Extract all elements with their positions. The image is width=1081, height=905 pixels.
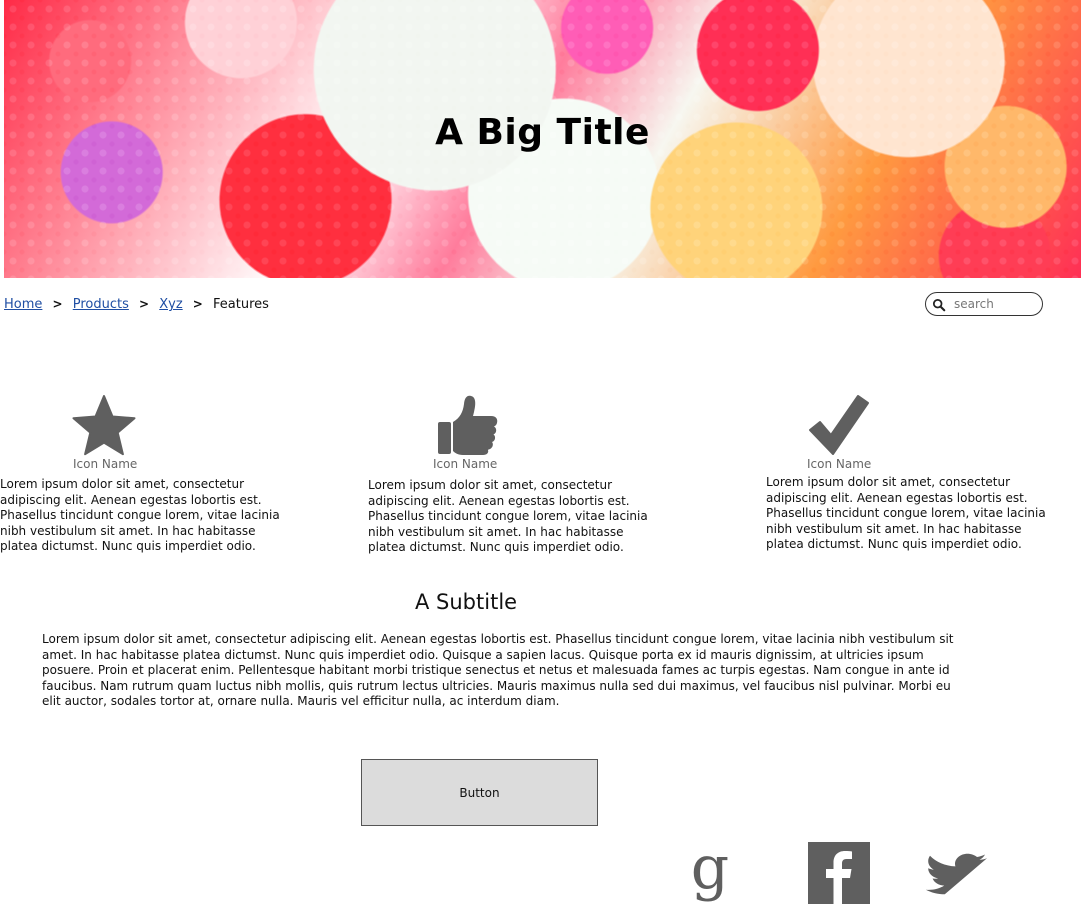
breadcrumb-separator: > bbox=[139, 297, 150, 311]
breadcrumb-xyz-link[interactable]: Xyz bbox=[159, 297, 182, 312]
feature-description: Lorem ipsum dolor sit amet, consectetur … bbox=[0, 477, 280, 553]
feature-icon-name: Icon Name bbox=[807, 457, 872, 471]
checkmark-icon bbox=[806, 392, 870, 456]
breadcrumb-separator: > bbox=[52, 297, 63, 311]
feature-icon-name: Icon Name bbox=[73, 457, 138, 471]
thumbs-up-icon bbox=[436, 392, 500, 456]
feature-description: Lorem ipsum dolor sit amet, consectetur … bbox=[368, 478, 648, 554]
facebook-icon[interactable] bbox=[808, 842, 870, 904]
search-box[interactable] bbox=[925, 292, 1043, 316]
section-paragraph: Lorem ipsum dolor sit amet, consectetur … bbox=[42, 632, 954, 708]
breadcrumb-products-link[interactable]: Products bbox=[73, 297, 129, 312]
page: A Big Title Home > Products > Xyz > Feat… bbox=[0, 0, 1081, 905]
breadcrumb-current: Features bbox=[213, 297, 269, 312]
feature-description: Lorem ipsum dolor sit amet, consectetur … bbox=[766, 475, 1046, 551]
breadcrumb-separator: > bbox=[192, 297, 203, 311]
hero-image: A Big Title bbox=[4, 0, 1081, 278]
star-icon bbox=[72, 394, 136, 458]
breadcrumb-home-link[interactable]: Home bbox=[4, 297, 42, 312]
twitter-icon[interactable] bbox=[924, 850, 990, 896]
breadcrumb: Home > Products > Xyz > Features bbox=[4, 297, 269, 312]
page-title: A Big Title bbox=[435, 112, 650, 153]
google-icon[interactable]: g bbox=[688, 833, 732, 905]
feature-icon-name: Icon Name bbox=[433, 457, 498, 471]
search-icon bbox=[932, 297, 946, 312]
primary-button[interactable]: Button bbox=[361, 759, 598, 826]
svg-text:g: g bbox=[691, 841, 729, 903]
search-input[interactable] bbox=[952, 296, 1040, 312]
section-subtitle: A Subtitle bbox=[415, 590, 518, 614]
